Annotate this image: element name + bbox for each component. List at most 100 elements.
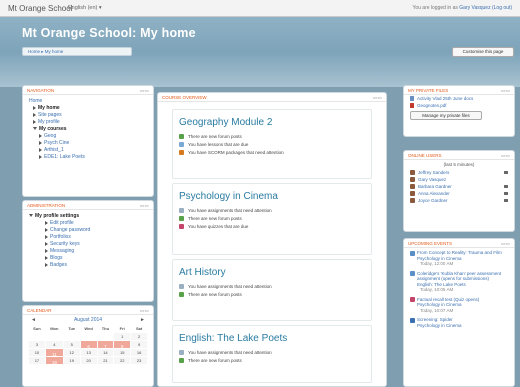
course-card: Geography Module 2 There are new forum p…: [172, 109, 372, 179]
nav-course-label: Arthist_1: [44, 147, 64, 153]
calendar-day[interactable]: 16: [131, 349, 147, 356]
event-course-link[interactable]: Psychology in Cinema: [410, 323, 508, 329]
message-icon[interactable]: [504, 171, 508, 174]
logout-link[interactable]: (Log out): [492, 5, 512, 11]
online-user[interactable]: Gary Vasquez: [404, 176, 514, 183]
language-menu[interactable]: English (en) ▾: [68, 5, 102, 11]
customise-page-button[interactable]: Customise this page: [452, 47, 514, 57]
admin-portfolios[interactable]: Portfolios: [29, 234, 147, 241]
course-notice[interactable]: There are new forum posts: [173, 290, 371, 298]
calendar-day[interactable]: 10: [29, 349, 45, 356]
course-notice[interactable]: You have assignments that need attention: [173, 348, 371, 356]
admin-heading-label: My profile settings: [35, 213, 80, 219]
calendar-day[interactable]: 21: [97, 357, 114, 364]
calendar-day-event[interactable]: 7: [97, 341, 114, 349]
course-title-link[interactable]: Psychology in Cinema: [173, 184, 371, 206]
calendar-day[interactable]: 4: [45, 341, 63, 348]
nav-course-geog[interactable]: Geog: [29, 133, 147, 140]
nav-my-profile[interactable]: My profile: [29, 119, 147, 126]
block-controls-icon[interactable]: ▭▭: [501, 153, 510, 159]
calendar-day-event[interactable]: 6: [80, 341, 97, 349]
online-user[interactable]: Barbara Gardner: [404, 183, 514, 190]
block-controls-icon[interactable]: ▭▭: [140, 308, 149, 314]
upcoming-events-block: UPCOMING EVENTS ▭▭ From Concept to Reali…: [403, 238, 515, 387]
breadcrumb[interactable]: Home ▸ My home: [22, 47, 132, 56]
block-controls-icon[interactable]: ▭▭: [501, 241, 510, 247]
nav-home[interactable]: Home: [29, 98, 147, 105]
prev-month-icon[interactable]: ◄: [31, 317, 36, 323]
calendar-day[interactable]: 17: [29, 357, 45, 364]
nav-my-home[interactable]: My home: [29, 105, 147, 112]
nav-my-courses[interactable]: My courses: [29, 126, 147, 133]
message-icon[interactable]: [504, 199, 508, 202]
user-name: Jeffrey Sanders: [418, 170, 450, 175]
calendar-day[interactable]: 1: [114, 333, 131, 340]
admin-edit-profile[interactable]: Edit profile: [29, 220, 147, 227]
course-card: English: The Lake Poets You have assignm…: [172, 325, 372, 383]
course-notice[interactable]: There are new forum posts: [173, 132, 371, 140]
nav-course-label: EDE1: Lake Poets: [44, 154, 85, 160]
course-title-link[interactable]: English: The Lake Poets: [173, 326, 371, 348]
nav-site-pages[interactable]: Site pages: [29, 112, 147, 119]
block-controls-icon[interactable]: ▭▭: [501, 88, 510, 94]
block-controls-icon[interactable]: ▭▭: [373, 95, 382, 101]
block-title: NAVIGATION ▭▭: [23, 86, 153, 95]
next-month-icon[interactable]: ►: [140, 317, 145, 323]
file-item[interactable]: Activity Vlad 25th June docs: [404, 95, 514, 102]
admin-blogs[interactable]: Blogs: [29, 255, 147, 262]
admin-badges[interactable]: Badges: [29, 262, 147, 269]
nav-course-arthist[interactable]: Arthist_1: [29, 147, 147, 154]
course-title-link[interactable]: Art History: [173, 260, 371, 282]
manage-files-button[interactable]: Manage my private files: [410, 111, 482, 120]
course-notice[interactable]: You have quizzes that are due: [173, 222, 371, 230]
calendar-day[interactable]: 2: [131, 333, 147, 340]
nav-course-lake-poets[interactable]: EDE1: Lake Poets: [29, 154, 147, 161]
notice-text: There are new forum posts: [188, 215, 242, 221]
calendar-day[interactable]: 3: [29, 341, 45, 348]
course-card: Art History You have assignments that ne…: [172, 259, 372, 321]
calendar-day[interactable]: 14: [97, 349, 114, 356]
calendar-day[interactable]: 5: [63, 341, 80, 348]
file-item[interactable]: Geognotes.pdf: [404, 102, 514, 109]
admin-profile-settings[interactable]: My profile settings: [29, 213, 147, 220]
course-notice[interactable]: There are new forum posts: [173, 356, 371, 364]
expand-icon: [39, 133, 42, 138]
calendar-day-event[interactable]: 18: [45, 357, 63, 365]
nav-course-psych[interactable]: Psych Cine: [29, 140, 147, 147]
calendar-day[interactable]: 13: [80, 349, 97, 356]
online-user[interactable]: Anna Alexander: [404, 190, 514, 197]
notice-text: You have assignments that need attention: [188, 207, 272, 213]
calendar-day[interactable]: 9: [131, 341, 147, 348]
admin-messaging[interactable]: Messaging: [29, 248, 147, 255]
online-user[interactable]: Joyce Gardner: [404, 197, 514, 204]
weekday-header: Sun: [33, 326, 41, 331]
course-notice[interactable]: You have assignments that need attention: [173, 282, 371, 290]
calendar-day-event[interactable]: 11: [45, 349, 63, 357]
course-notice[interactable]: There are new forum posts: [173, 214, 371, 222]
course-notice[interactable]: You have lessons that are due: [173, 140, 371, 148]
calendar-day[interactable]: 20: [80, 357, 97, 364]
message-icon[interactable]: [504, 185, 508, 188]
calendar-day[interactable]: 19: [63, 357, 80, 364]
calendar-day[interactable]: 15: [114, 349, 131, 356]
course-notice[interactable]: You have assignments that need attention: [173, 206, 371, 214]
course-title-link[interactable]: Geography Module 2: [173, 110, 371, 132]
event-link[interactable]: From Concept to Reality: Trauma and Film: [410, 250, 508, 256]
user-name-link[interactable]: Gary Vasquez: [459, 5, 490, 11]
course-notice[interactable]: You have SCORM packages that need attent…: [173, 148, 371, 156]
calendar-day-event[interactable]: 8: [114, 341, 131, 349]
message-icon[interactable]: [504, 192, 508, 195]
site-name-link[interactable]: Mt Orange School: [8, 4, 72, 13]
calendar-month[interactable]: August 2014: [74, 317, 102, 323]
block-controls-icon[interactable]: ▭▭: [140, 88, 149, 94]
online-user[interactable]: Jeffrey Sanders: [404, 169, 514, 176]
admin-security-keys[interactable]: Security keys: [29, 241, 147, 248]
admin-change-password[interactable]: Change password: [29, 227, 147, 234]
event-link[interactable]: Coleridge's 'Kubla Khan' peer assessment…: [410, 271, 508, 282]
site-event-icon: [410, 317, 415, 323]
calendar-day[interactable]: 23: [131, 357, 147, 364]
block-controls-icon[interactable]: ▭▭: [140, 203, 149, 209]
calendar-day[interactable]: 22: [114, 357, 131, 364]
quiz-event-icon: [410, 297, 415, 302]
calendar-day[interactable]: 12: [63, 349, 80, 356]
